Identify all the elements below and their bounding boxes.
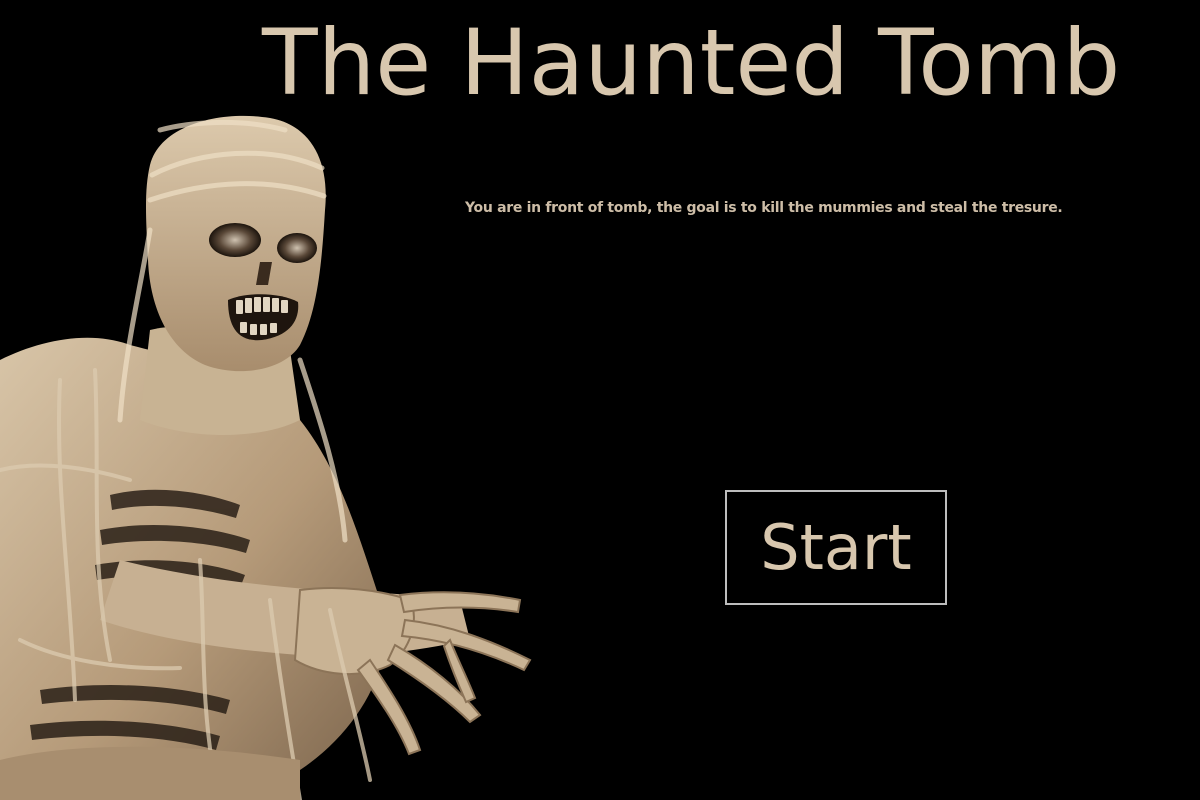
game-description: You are in front of tomb, the goal is to… [465, 200, 1063, 216]
game-title: The Haunted Tomb [262, 11, 1121, 116]
mummy-right-eye [277, 233, 317, 263]
mummy-waist-wrap [0, 746, 300, 800]
mummy-illustration [0, 115, 532, 800]
mummy-left-eye [209, 223, 261, 257]
start-button[interactable]: Start [725, 490, 947, 605]
title-screen: The Haunted Tomb You are in front of tom… [0, 0, 1200, 800]
